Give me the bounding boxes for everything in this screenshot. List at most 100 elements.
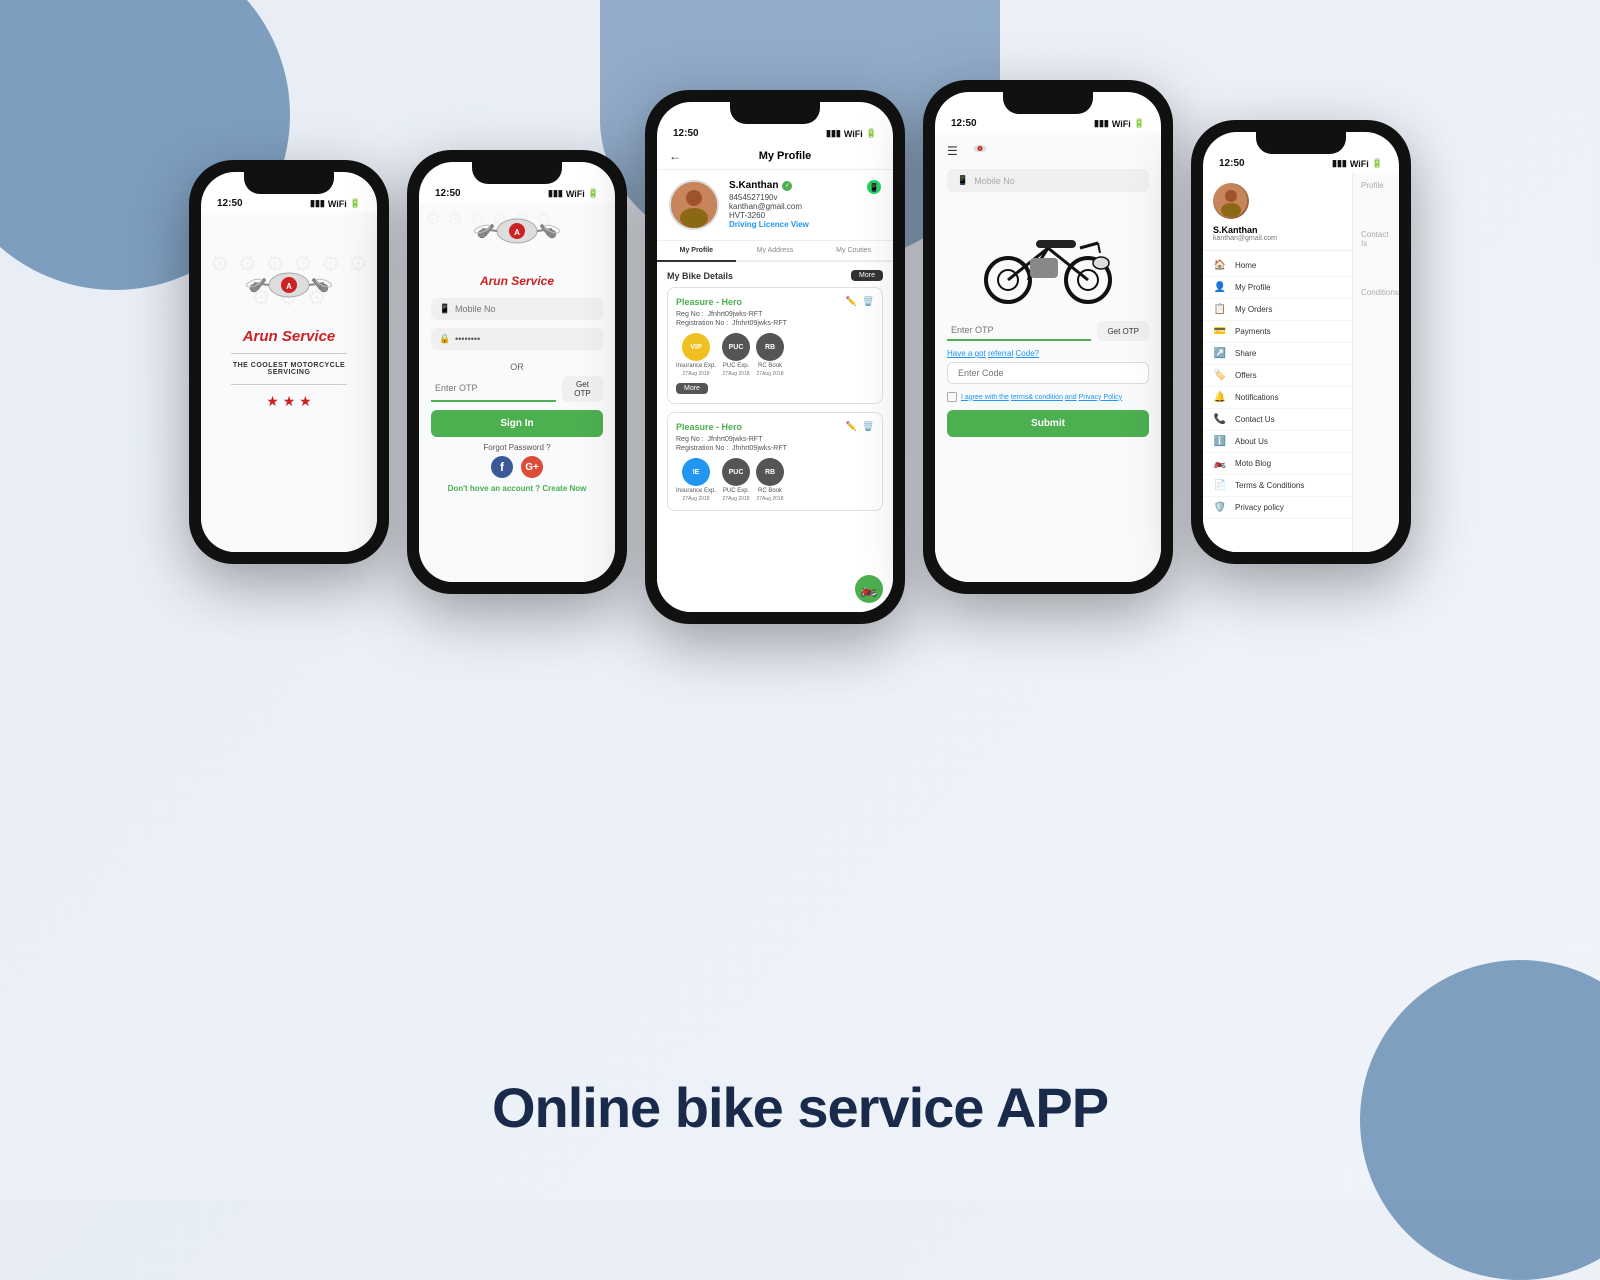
- page-title: Online bike service APP: [492, 1075, 1108, 1140]
- bg-decoration-bottom-right: [1360, 960, 1600, 1280]
- bike-1-doc-vip: VIP Insurance Exp. 27Aug 2018: [676, 333, 716, 377]
- battery-icon: 🔋: [1372, 158, 1383, 169]
- wifi-icon: WiFi: [1112, 119, 1131, 129]
- google-login-button[interactable]: G+: [521, 456, 543, 478]
- delete-icon[interactable]: 🗑️: [863, 296, 874, 307]
- menu-item-payments[interactable]: 💳 Payments: [1203, 321, 1352, 343]
- login-brand-name: Arun Service: [472, 274, 562, 288]
- menu-about-label: About Us: [1235, 437, 1268, 446]
- get-otp-button[interactable]: Get OTP: [562, 376, 603, 402]
- mobile-input[interactable]: [431, 298, 603, 320]
- payments-icon: 💳: [1213, 326, 1227, 337]
- hamburger-menu[interactable]: ☰: [947, 144, 958, 158]
- menu-user-email: kanthan@gmail.com: [1213, 235, 1342, 242]
- back-button[interactable]: ←: [669, 149, 681, 163]
- menu-orders-label: My Orders: [1235, 305, 1272, 314]
- puc-label-2: PUC Exp.: [723, 488, 749, 494]
- puc-date-2: 27Aug 2018: [723, 496, 750, 502]
- phone-icon: 📱: [439, 304, 450, 315]
- verified-badge: ✓: [782, 181, 792, 191]
- battery-icon: 🔋: [866, 128, 877, 139]
- registration-content: ☰ A 📱 Mobile No: [935, 133, 1161, 582]
- bike-more-button[interactable]: More: [851, 270, 883, 281]
- phone-menu: 12:50 ▮▮▮ WiFi 🔋: [1191, 120, 1411, 564]
- moto-blog-icon: 🏍️: [1213, 458, 1227, 469]
- phone4-time: 12:50: [951, 118, 977, 129]
- bike-1-actions: ✏️ 🗑️: [846, 296, 874, 307]
- menu-avatar-image: [1215, 185, 1247, 217]
- menu-item-profile[interactable]: 👤 My Profile: [1203, 277, 1352, 299]
- menu-item-share[interactable]: ↗️ Share: [1203, 343, 1352, 365]
- menu-item-moto-blog[interactable]: 🏍️ Moto Blog: [1203, 453, 1352, 475]
- menu-item-privacy[interactable]: 🛡️ Privacy policy: [1203, 497, 1352, 519]
- rc-date: 27Aug 2018: [757, 371, 784, 377]
- terms-text: I agree with the terms& condition and Pr…: [961, 394, 1122, 401]
- svg-text:A: A: [514, 228, 520, 237]
- profile-info-section: S.Kanthan ✓ 8454527190v kanthan@gmail.co…: [657, 170, 893, 241]
- profile-phone: 8454527190v: [729, 193, 857, 202]
- rc-label-2: RC Book: [758, 488, 782, 494]
- menu-item-orders[interactable]: 📋 My Orders: [1203, 299, 1352, 321]
- splash-brand-name: Arun Service: [217, 328, 361, 345]
- password-input[interactable]: [431, 328, 603, 350]
- create-now-link[interactable]: Create Now: [542, 484, 586, 493]
- referral-code-input[interactable]: [947, 362, 1149, 384]
- right-panel-content: Profile Contact Is Conditions: [1361, 181, 1391, 297]
- bike-2-actions: ✏️ 🗑️: [846, 421, 874, 432]
- wifi-icon: WiFi: [328, 199, 347, 209]
- signal-icon: ▮▮▮: [1332, 158, 1347, 169]
- terms-link-1[interactable]: terms& condition: [1011, 394, 1063, 401]
- menu-item-terms[interactable]: 📄 Terms & Conditions: [1203, 475, 1352, 497]
- referral-text-1: Have a got: [947, 349, 986, 358]
- ie-date: 27Aug 2018: [683, 496, 710, 502]
- phones-container: 12:50 ▮▮▮ WiFi 🔋 ⚙ ⚙ ⚙ ⚙ ⚙ ⚙ ⚙ ⚙: [189, 80, 1411, 624]
- terms-prefix: I agree with the: [961, 394, 1009, 401]
- bike-2-model: Pleasure - Hero: [676, 422, 742, 432]
- bike-1-more-link[interactable]: More: [676, 383, 708, 394]
- terms-link-2[interactable]: Privacy Policy: [1079, 394, 1123, 401]
- splash-divider-2: [231, 384, 346, 385]
- splash-tagline: THE COOLEST MOTORCYCLE SERVICING: [217, 362, 361, 376]
- splash-stars: ★ ★ ★: [217, 393, 361, 410]
- sign-in-button[interactable]: Sign In: [431, 410, 603, 437]
- menu-item-home[interactable]: 🏠 Home: [1203, 255, 1352, 277]
- terms-checkbox[interactable]: [947, 392, 957, 402]
- menu-item-about[interactable]: ℹ️ About Us: [1203, 431, 1352, 453]
- ie-badge: IE: [682, 458, 710, 486]
- tab-my-address[interactable]: My Address: [736, 241, 815, 262]
- profile-content: ← My Profile S.Kanthan: [657, 143, 893, 612]
- signal-icon: ▮▮▮: [826, 128, 841, 139]
- splash-divider: [231, 353, 346, 354]
- facebook-login-button[interactable]: f: [491, 456, 513, 478]
- puc-badge-2: PUC: [722, 458, 750, 486]
- delete-icon-2[interactable]: 🗑️: [863, 421, 874, 432]
- profile-right-label: Profile: [1361, 181, 1391, 190]
- whatsapp-icon[interactable]: 📱: [867, 180, 881, 194]
- edit-icon[interactable]: ✏️: [846, 296, 857, 307]
- rc-badge: RB: [756, 333, 784, 361]
- no-account-text: Don't hove an account ?: [448, 484, 541, 493]
- otp-input[interactable]: [431, 376, 556, 402]
- chat-fab-button[interactable]: 🏍️: [855, 575, 883, 603]
- about-icon: ℹ️: [1213, 436, 1227, 447]
- menu-item-offers[interactable]: 🏷️ Offers: [1203, 365, 1352, 387]
- menu-item-notifications[interactable]: 🔔 Notifications: [1203, 387, 1352, 409]
- reg-otp-input[interactable]: [947, 321, 1091, 341]
- forgot-password-text: Forgot Password ?: [483, 443, 550, 452]
- bike-1-reg: Reg No : Jfnhrt09jwks-RFT: [676, 311, 874, 318]
- phone2-time: 12:50: [435, 188, 461, 199]
- phone1-time: 12:50: [217, 198, 243, 209]
- menu-item-contact[interactable]: 📞 Contact Us: [1203, 409, 1352, 431]
- tab-my-profile[interactable]: My Profile: [657, 241, 736, 262]
- reg-get-otp-button[interactable]: Get OTP: [1097, 321, 1149, 341]
- reg-logo: A: [966, 141, 994, 161]
- edit-icon-2[interactable]: ✏️: [846, 421, 857, 432]
- menu-avatar: [1213, 183, 1249, 219]
- tab-my-coupons[interactable]: My Couties: [814, 241, 893, 262]
- wifi-icon: WiFi: [1350, 159, 1369, 169]
- licence-view-link[interactable]: View: [791, 220, 809, 229]
- bike-illustration: [947, 208, 1149, 313]
- battery-icon: 🔋: [1134, 118, 1145, 129]
- submit-button[interactable]: Submit: [947, 410, 1149, 437]
- referral-link[interactable]: referral: [988, 349, 1013, 358]
